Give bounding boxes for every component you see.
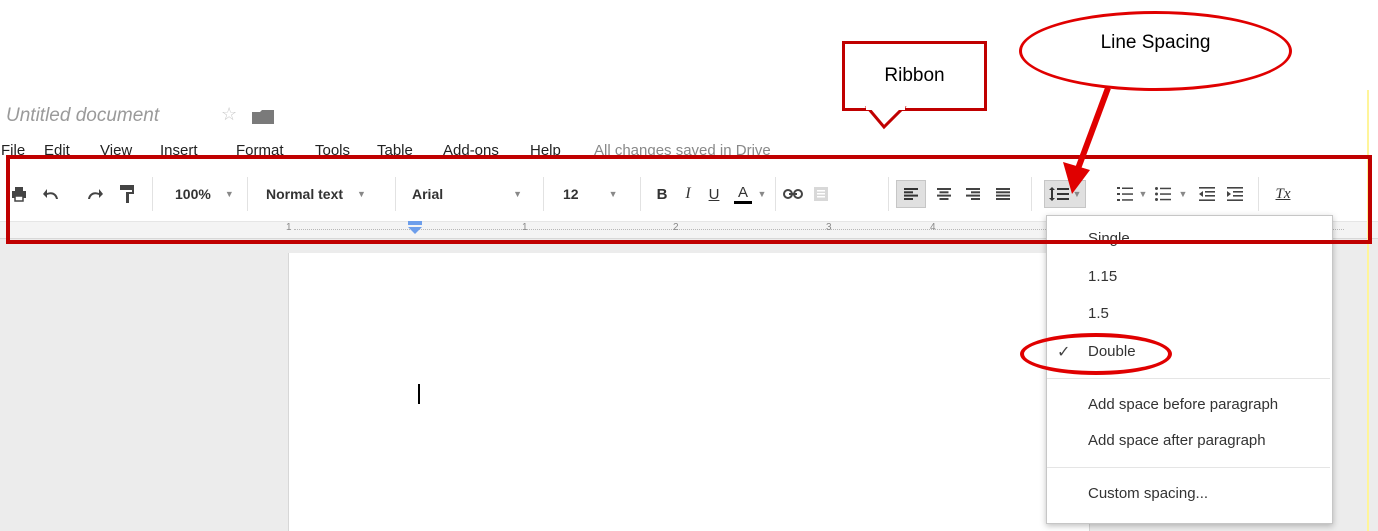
line-spacing-callout: Line Spacing (1019, 11, 1292, 91)
line-spacing-callout-label: Line Spacing (1100, 32, 1211, 53)
double-highlight-ellipse (1020, 333, 1172, 375)
